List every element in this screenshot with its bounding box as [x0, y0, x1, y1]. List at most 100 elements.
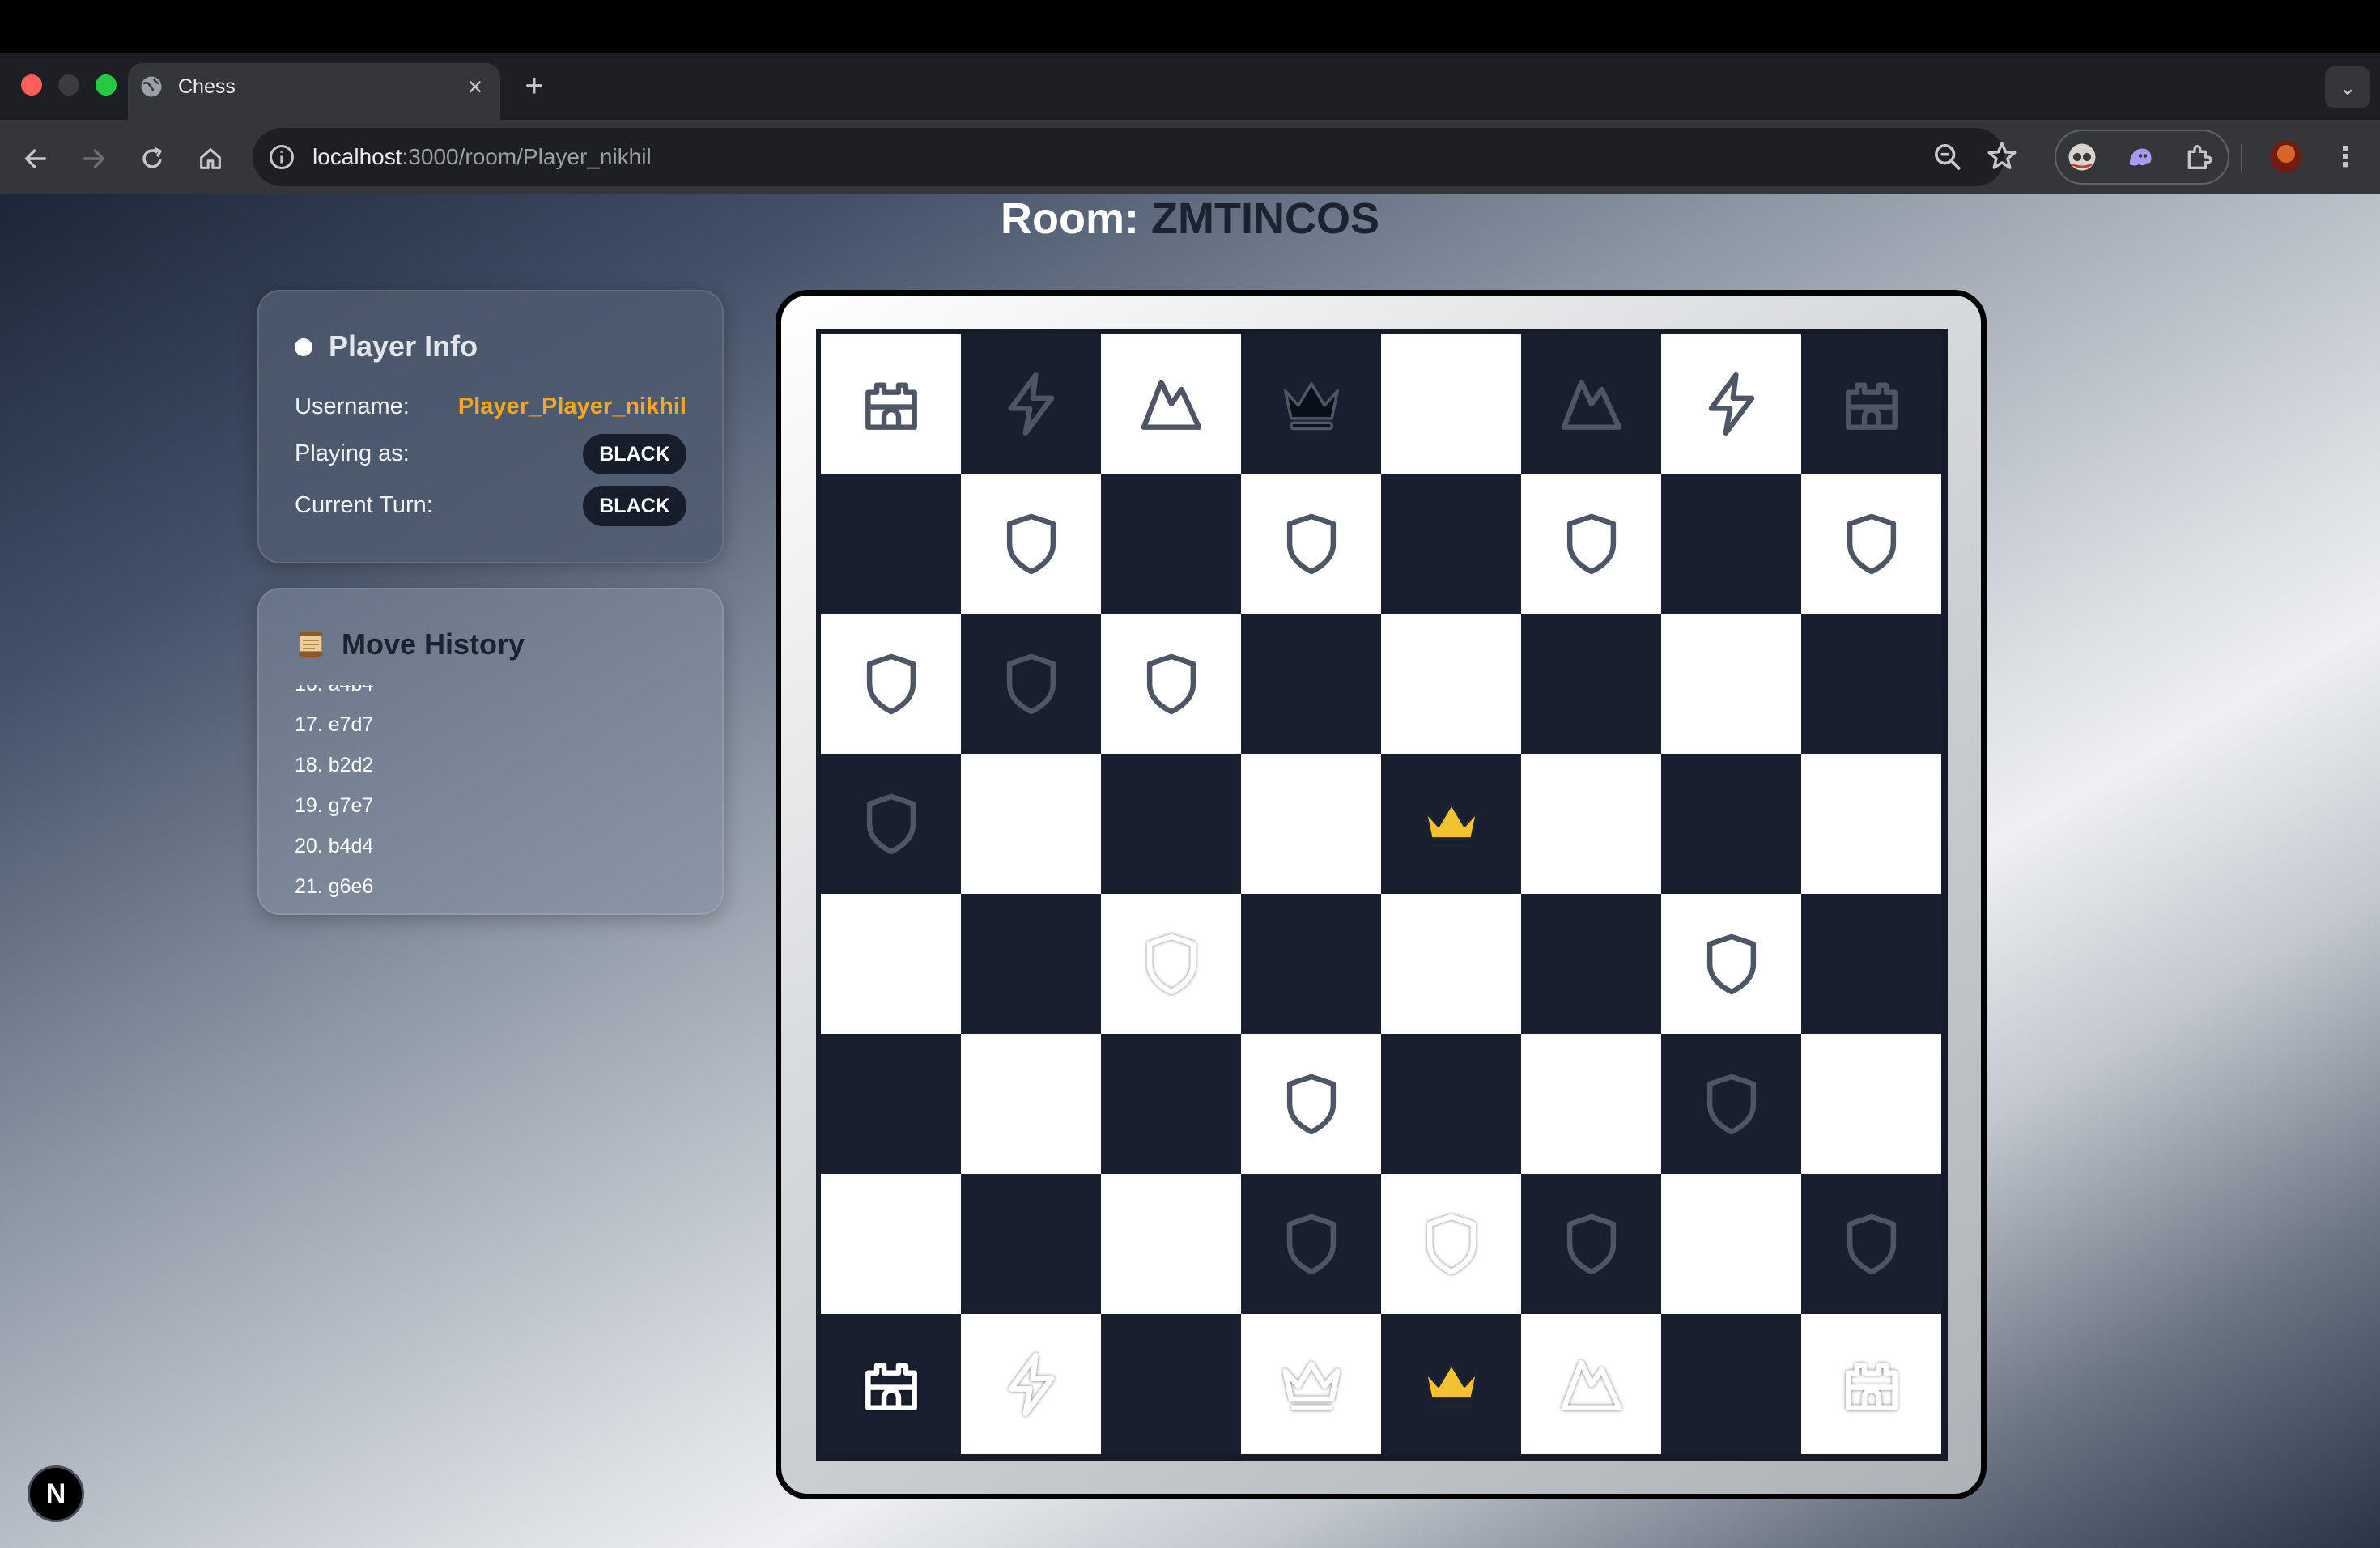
board-square[interactable]	[961, 614, 1101, 754]
black-queen-crown-icon[interactable]	[1277, 369, 1346, 439]
board-square[interactable]	[961, 1034, 1101, 1174]
home-button[interactable]	[191, 139, 230, 178]
board-square[interactable]	[1241, 334, 1381, 474]
board-square[interactable]	[961, 1174, 1101, 1314]
window-maximize-button[interactable]	[96, 74, 117, 96]
board-square[interactable]	[961, 334, 1101, 474]
tab-search-button[interactable]: ⌄	[2325, 66, 2370, 108]
board-square[interactable]	[1241, 614, 1381, 754]
board-square[interactable]	[1521, 614, 1661, 754]
zoom-out-icon[interactable]	[1932, 141, 1964, 173]
board-square[interactable]	[1661, 1034, 1801, 1174]
window-close-button[interactable]	[21, 74, 42, 96]
board-square[interactable]	[821, 614, 961, 754]
url-text[interactable]: localhost:3000/room/Player_nikhil	[312, 142, 652, 172]
black-pawn-shield-icon[interactable]	[1697, 929, 1766, 999]
black-rook-castle-icon[interactable]	[856, 369, 926, 439]
board-square[interactable]	[1521, 334, 1661, 474]
board-square[interactable]	[1801, 894, 1941, 1034]
board-square[interactable]	[1381, 1034, 1521, 1174]
puzzle-extensions-icon[interactable]	[2182, 141, 2215, 173]
black-pawn-shield-icon[interactable]	[1557, 509, 1626, 579]
board-square[interactable]	[1661, 1174, 1801, 1314]
board-square[interactable]	[1101, 894, 1241, 1034]
board-square[interactable]	[1381, 474, 1521, 614]
white-rook-castle-icon[interactable]	[856, 1350, 926, 1419]
board-square[interactable]	[961, 474, 1101, 614]
board-square[interactable]	[1801, 1034, 1941, 1174]
chess-board[interactable]	[816, 329, 1948, 1461]
black-pawn-shield-icon[interactable]	[1277, 509, 1346, 579]
black-pawn-shield-icon[interactable]	[1697, 1070, 1766, 1139]
black-pawn-shield-icon[interactable]	[1557, 1210, 1626, 1279]
ghost-extension-icon[interactable]	[2126, 142, 2155, 172]
black-pawn-shield-icon[interactable]	[1137, 649, 1206, 719]
black-pawn-shield-icon[interactable]	[997, 649, 1066, 719]
board-square[interactable]	[821, 334, 961, 474]
board-square[interactable]	[1801, 614, 1941, 754]
board-square[interactable]	[1101, 1034, 1241, 1174]
black-bishop-mountain-icon[interactable]	[1137, 369, 1206, 439]
board-square[interactable]	[1241, 894, 1381, 1034]
board-square[interactable]	[1241, 754, 1381, 894]
board-square[interactable]	[1381, 1314, 1521, 1454]
site-info-icon[interactable]	[267, 142, 296, 172]
browser-menu-icon[interactable]: ⋮	[2331, 139, 2359, 175]
board-square[interactable]	[1381, 1174, 1521, 1314]
white-rook-castle-icon[interactable]	[1837, 1350, 1906, 1419]
black-king-gold-crown-icon[interactable]	[1417, 789, 1486, 859]
board-square[interactable]	[1241, 474, 1381, 614]
board-square[interactable]	[821, 1174, 961, 1314]
board-square[interactable]	[961, 1314, 1101, 1454]
board-square[interactable]	[1101, 754, 1241, 894]
black-pawn-shield-icon[interactable]	[997, 509, 1066, 579]
board-square[interactable]	[1521, 894, 1661, 1034]
board-square[interactable]	[1661, 334, 1801, 474]
board-square[interactable]	[1661, 474, 1801, 614]
glasses-extension-icon[interactable]	[2068, 142, 2097, 172]
black-pawn-shield-icon[interactable]	[1277, 1210, 1346, 1279]
board-square[interactable]	[1101, 474, 1241, 614]
board-square[interactable]	[1241, 1034, 1381, 1174]
board-square[interactable]	[1661, 894, 1801, 1034]
board-square[interactable]	[1521, 754, 1661, 894]
board-square[interactable]	[1661, 754, 1801, 894]
black-knight-lightning-icon[interactable]	[997, 369, 1066, 439]
board-square[interactable]	[1661, 1314, 1801, 1454]
black-knight-lightning-icon[interactable]	[1697, 369, 1766, 439]
board-square[interactable]	[1521, 1314, 1661, 1454]
board-square[interactable]	[821, 894, 961, 1034]
black-bishop-mountain-icon[interactable]	[1557, 369, 1626, 439]
board-square[interactable]	[1521, 474, 1661, 614]
board-square[interactable]	[821, 754, 961, 894]
black-pawn-shield-icon[interactable]	[856, 649, 926, 719]
new-tab-button[interactable]: +	[518, 70, 550, 102]
black-pawn-shield-icon[interactable]	[1837, 509, 1906, 579]
board-square[interactable]	[1801, 1314, 1941, 1454]
white-knight-lightning-icon[interactable]	[997, 1350, 1066, 1419]
bookmark-star-icon[interactable]	[1985, 139, 2019, 173]
forward-button[interactable]	[74, 139, 113, 178]
profile-avatar[interactable]	[2270, 141, 2302, 173]
board-square[interactable]	[1381, 614, 1521, 754]
board-square[interactable]	[1101, 1174, 1241, 1314]
board-square[interactable]	[1801, 474, 1941, 614]
board-square[interactable]	[1801, 1174, 1941, 1314]
white-queen-crown-icon[interactable]	[1277, 1350, 1346, 1419]
board-square[interactable]	[1661, 614, 1801, 754]
white-king-gold-crown-icon[interactable]	[1417, 1350, 1486, 1419]
board-square[interactable]	[1801, 334, 1941, 474]
board-square[interactable]	[961, 894, 1101, 1034]
back-button[interactable]	[16, 139, 55, 178]
board-square[interactable]	[1521, 1034, 1661, 1174]
board-square[interactable]	[1381, 334, 1521, 474]
white-bishop-mountain-icon[interactable]	[1557, 1350, 1626, 1419]
black-pawn-shield-icon[interactable]	[1837, 1210, 1906, 1279]
board-square[interactable]	[961, 754, 1101, 894]
board-square[interactable]	[1101, 1314, 1241, 1454]
board-square[interactable]	[1801, 754, 1941, 894]
white-pawn-shield-icon[interactable]	[1137, 929, 1206, 999]
board-square[interactable]	[821, 474, 961, 614]
nextjs-dev-badge[interactable]: N	[28, 1465, 84, 1522]
board-square[interactable]	[1101, 614, 1241, 754]
